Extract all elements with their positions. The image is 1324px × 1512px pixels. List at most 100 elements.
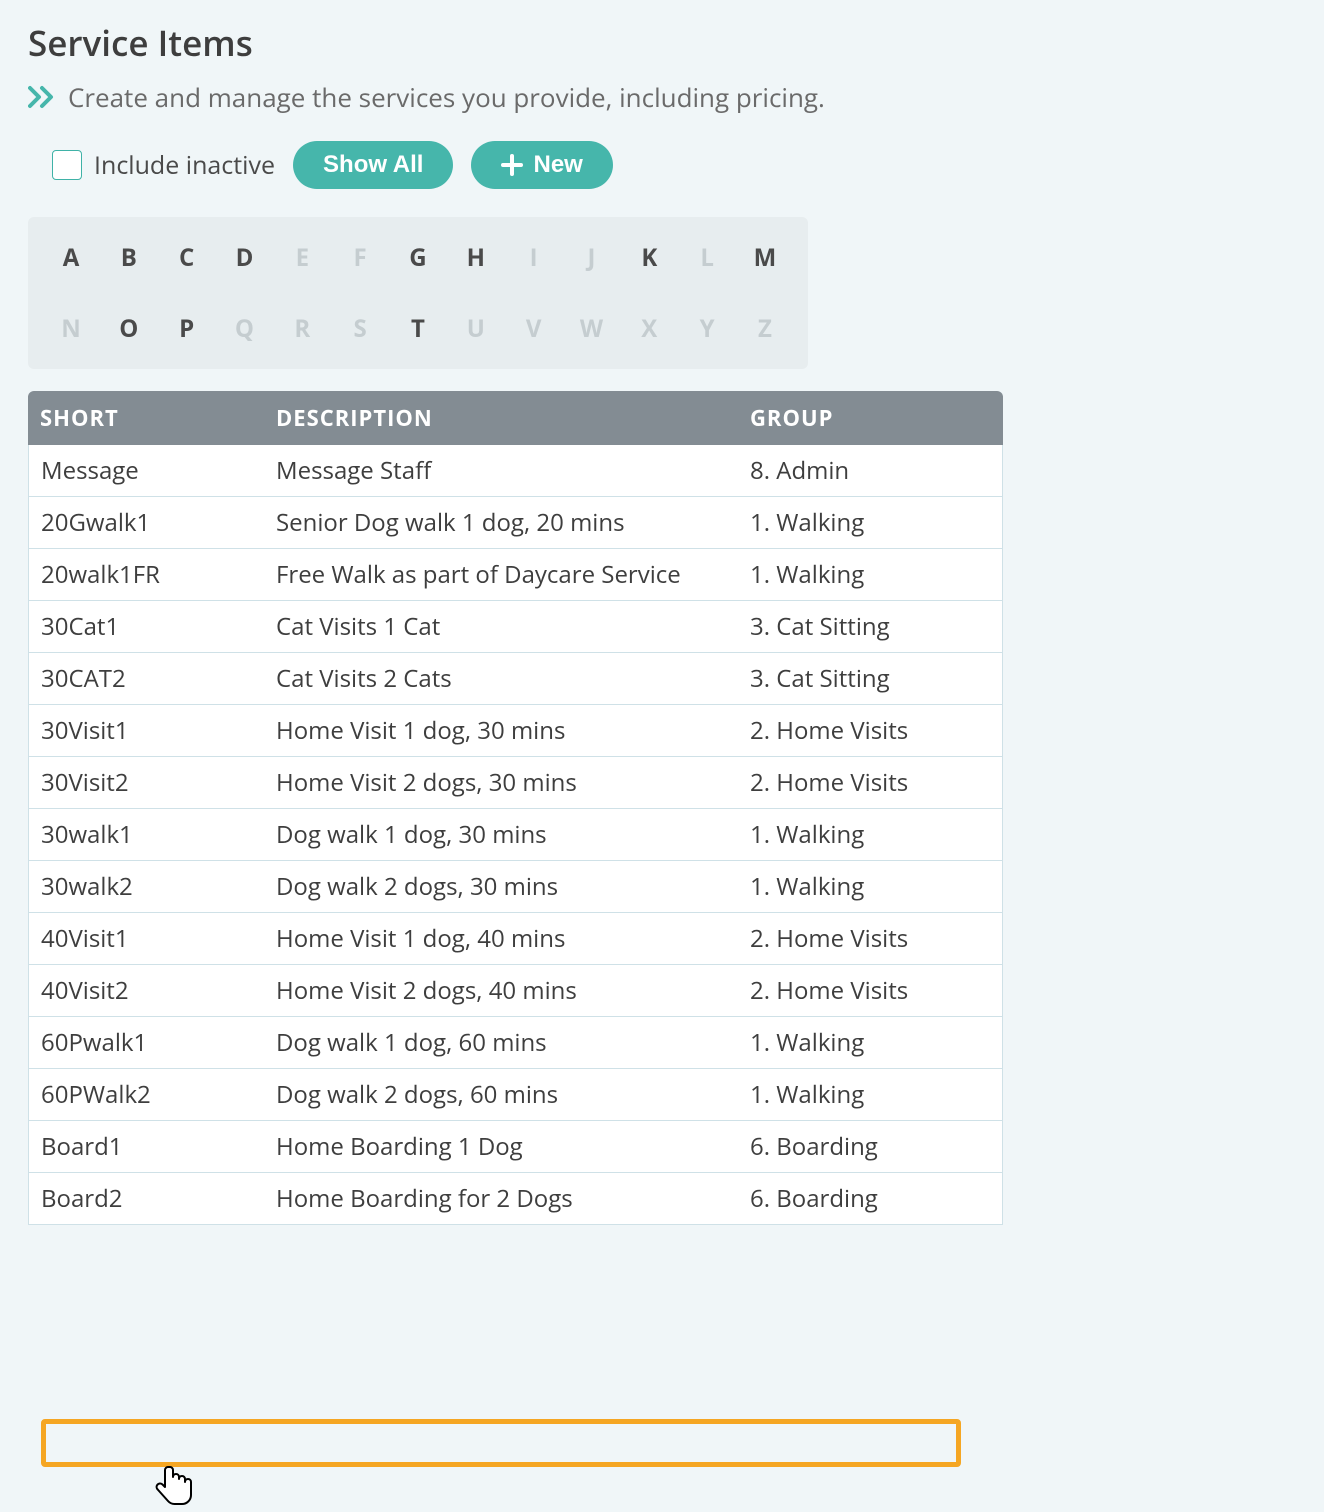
cell-description: Home Visit 1 dog, 40 mins — [266, 913, 740, 965]
alpha-row: NOPQRSTUVWXYZ — [56, 312, 780, 345]
page-subtitle-row: Create and manage the services you provi… — [28, 79, 1296, 115]
cell-short: 30walk1 — [28, 809, 266, 861]
cell-group: 1. Walking — [740, 549, 1003, 601]
cell-short: 30Visit1 — [28, 705, 266, 757]
alpha-letter-f: F — [345, 241, 375, 274]
alpha-letter-u: U — [461, 312, 491, 345]
cell-description: Home Boarding for 2 Dogs — [266, 1173, 740, 1225]
cell-group: 8. Admin — [740, 445, 1003, 497]
show-all-button[interactable]: Show All — [293, 141, 453, 189]
cell-short: 30walk2 — [28, 861, 266, 913]
table-row[interactable]: Board1Home Boarding 1 Dog6. Boarding — [28, 1121, 1003, 1173]
cell-group: 6. Boarding — [740, 1121, 1003, 1173]
table-row[interactable]: 30Visit2Home Visit 2 dogs, 30 mins2. Hom… — [28, 757, 1003, 809]
controls-row: Include inactive Show All New — [28, 141, 1296, 189]
table-row[interactable]: 60PWalk2Dog walk 2 dogs, 60 mins1. Walki… — [28, 1069, 1003, 1121]
alpha-letter-p[interactable]: P — [172, 312, 202, 345]
cell-description: Cat Visits 1 Cat — [266, 601, 740, 653]
include-inactive-checkbox[interactable] — [52, 150, 82, 180]
alpha-letter-e: E — [287, 241, 317, 274]
alpha-letter-x: X — [634, 312, 664, 345]
cell-description: Dog walk 1 dog, 30 mins — [266, 809, 740, 861]
cell-group: 3. Cat Sitting — [740, 601, 1003, 653]
table-row[interactable]: 40Visit2Home Visit 2 dogs, 40 mins2. Hom… — [28, 965, 1003, 1017]
cell-group: 1. Walking — [740, 1017, 1003, 1069]
cell-short: 60PWalk2 — [28, 1069, 266, 1121]
alpha-letter-t[interactable]: T — [403, 312, 433, 345]
cell-description: Dog walk 2 dogs, 30 mins — [266, 861, 740, 913]
cell-short: 30Visit2 — [28, 757, 266, 809]
alpha-filter: ABCDEFGHIJKLM NOPQRSTUVWXYZ — [28, 217, 808, 369]
cell-description: Home Visit 1 dog, 30 mins — [266, 705, 740, 757]
alpha-row: ABCDEFGHIJKLM — [56, 241, 780, 274]
cell-group: 6. Boarding — [740, 1173, 1003, 1225]
cell-group: 2. Home Visits — [740, 757, 1003, 809]
cell-group: 1. Walking — [740, 1069, 1003, 1121]
cell-description: Home Visit 2 dogs, 30 mins — [266, 757, 740, 809]
alpha-letter-w: W — [576, 312, 606, 345]
cell-short: 30Cat1 — [28, 601, 266, 653]
alpha-letter-n: N — [56, 312, 86, 345]
table-row[interactable]: 30CAT2Cat Visits 2 Cats3. Cat Sitting — [28, 653, 1003, 705]
col-header-description[interactable]: DESCRIPTION — [266, 391, 740, 445]
cell-short: 20walk1FR — [28, 549, 266, 601]
alpha-letter-a[interactable]: A — [56, 241, 86, 274]
table-row[interactable]: 30walk2Dog walk 2 dogs, 30 mins1. Walkin… — [28, 861, 1003, 913]
col-header-group[interactable]: GROUP — [740, 391, 1003, 445]
cell-description: Home Visit 2 dogs, 40 mins — [266, 965, 740, 1017]
hand-pointer-icon — [154, 1463, 194, 1507]
cell-short: Board2 — [28, 1173, 266, 1225]
cell-short: 40Visit2 — [28, 965, 266, 1017]
alpha-letter-h[interactable]: H — [461, 241, 491, 274]
cell-description: Dog walk 2 dogs, 60 mins — [266, 1069, 740, 1121]
alpha-letter-r: R — [287, 312, 317, 345]
cell-group: 2. Home Visits — [740, 965, 1003, 1017]
cell-description: Senior Dog walk 1 dog, 20 mins — [266, 497, 740, 549]
new-button-label: New — [533, 151, 582, 179]
alpha-letter-q: Q — [229, 312, 259, 345]
alpha-letter-d[interactable]: D — [229, 241, 259, 274]
alpha-letter-g[interactable]: G — [403, 241, 433, 274]
cell-short: Message — [28, 445, 266, 497]
cell-short: 20Gwalk1 — [28, 497, 266, 549]
cell-description: Cat Visits 2 Cats — [266, 653, 740, 705]
alpha-letter-b[interactable]: B — [114, 241, 144, 274]
cell-short: 60Pwalk1 — [28, 1017, 266, 1069]
page-title: Service Items — [28, 20, 1296, 67]
cell-description: Free Walk as part of Daycare Service — [266, 549, 740, 601]
cell-group: 2. Home Visits — [740, 913, 1003, 965]
alpha-letter-s: S — [345, 312, 375, 345]
table-header-row: SHORT DESCRIPTION GROUP — [28, 391, 1003, 445]
table-row[interactable]: 30walk1Dog walk 1 dog, 30 mins1. Walking — [28, 809, 1003, 861]
cell-description: Dog walk 1 dog, 60 mins — [266, 1017, 740, 1069]
show-all-label: Show All — [323, 151, 423, 179]
chevrons-right-icon — [28, 85, 56, 109]
alpha-letter-z: Z — [750, 312, 780, 345]
page-subtitle: Create and manage the services you provi… — [68, 79, 825, 115]
table-row[interactable]: 40Visit1Home Visit 1 dog, 40 mins2. Home… — [28, 913, 1003, 965]
highlight-box — [41, 1419, 961, 1467]
table-row[interactable]: 30Cat1Cat Visits 1 Cat3. Cat Sitting — [28, 601, 1003, 653]
col-header-short[interactable]: SHORT — [28, 391, 266, 445]
alpha-letter-l: L — [692, 241, 722, 274]
cell-short: 30CAT2 — [28, 653, 266, 705]
table-row[interactable]: Board2Home Boarding for 2 Dogs6. Boardin… — [28, 1173, 1003, 1225]
table-row[interactable]: 20Gwalk1Senior Dog walk 1 dog, 20 mins1.… — [28, 497, 1003, 549]
table-row[interactable]: 20walk1FRFree Walk as part of Daycare Se… — [28, 549, 1003, 601]
alpha-letter-k[interactable]: K — [634, 241, 664, 274]
alpha-letter-m[interactable]: M — [750, 241, 780, 274]
include-inactive-label: Include inactive — [94, 148, 275, 182]
alpha-letter-v: V — [519, 312, 549, 345]
cell-group: 1. Walking — [740, 861, 1003, 913]
cell-description: Message Staff — [266, 445, 740, 497]
cell-group: 1. Walking — [740, 809, 1003, 861]
alpha-letter-c[interactable]: C — [172, 241, 202, 274]
cell-group: 1. Walking — [740, 497, 1003, 549]
service-items-table: SHORT DESCRIPTION GROUP MessageMessage S… — [28, 391, 1003, 1225]
include-inactive-checkbox-wrap[interactable]: Include inactive — [52, 148, 275, 182]
table-row[interactable]: 30Visit1Home Visit 1 dog, 30 mins2. Home… — [28, 705, 1003, 757]
alpha-letter-o[interactable]: O — [114, 312, 144, 345]
table-row[interactable]: MessageMessage Staff8. Admin — [28, 445, 1003, 497]
table-row[interactable]: 60Pwalk1Dog walk 1 dog, 60 mins1. Walkin… — [28, 1017, 1003, 1069]
new-button[interactable]: New — [471, 141, 612, 189]
